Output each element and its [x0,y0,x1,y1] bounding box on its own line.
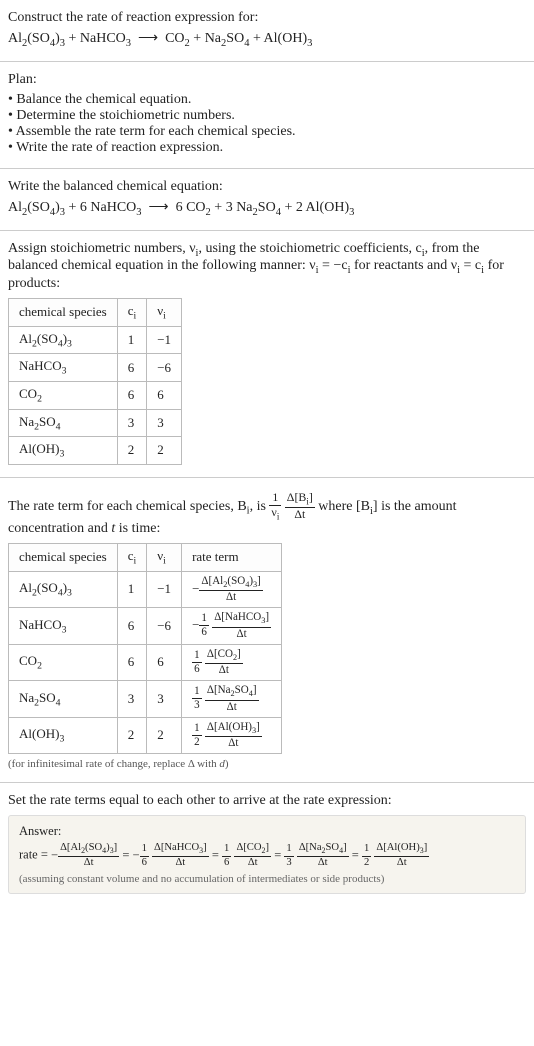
cell-ci: 6 [117,381,147,409]
stoich-section: Assign stoichiometric numbers, νi, using… [0,231,534,477]
plan-item: Assemble the rate term for each chemical… [8,124,526,140]
table-row: CO2 6 6 [9,381,182,409]
table-row: Na2SO4 3 3 [9,409,182,437]
plan-item: Write the rate of reaction expression. [8,140,526,156]
cell-species: Al2(SO4)3 [9,326,118,354]
table-header-row: chemical species ci νi [9,299,182,327]
table-row: NaHCO3 6 −6 −16 Δ[NaHCO3]Δt [9,608,282,645]
table-row: CO2 6 6 16 Δ[CO2]Δt [9,644,282,681]
rateterms-table: chemical species ci νi rate term Al2(SO4… [8,543,282,754]
cell-vi: −6 [147,354,182,382]
final-heading: Set the rate terms equal to each other t… [8,793,526,809]
table-row: Al(OH)3 2 2 [9,437,182,465]
answer-assumption: (assuming constant volume and no accumul… [19,873,515,885]
cell-species: NaHCO3 [9,354,118,382]
rate-expression: rate = −Δ[Al2(SO4)3]Δt = −16 Δ[NaHCO3]Δt… [19,843,515,869]
plan-section: Plan: Balance the chemical equation. Det… [0,62,534,168]
cell-ci: 2 [117,437,147,465]
rate-term-cell: 16 Δ[CO2]Δt [182,644,282,681]
cell-vi: 2 [147,437,182,465]
rate-term-cell: −Δ[Al2(SO4)3]Δt [182,571,282,608]
table-row: Na2SO4 3 3 13 Δ[Na2SO4]Δt [9,681,282,718]
col-rate: rate term [182,543,282,571]
table-row: NaHCO3 6 −6 [9,354,182,382]
final-section: Set the rate terms equal to each other t… [0,783,534,906]
table-row: Al(OH)3 2 2 12 Δ[Al(OH)3]Δt [9,717,282,754]
answer-box: Answer: rate = −Δ[Al2(SO4)3]Δt = −16 Δ[N… [8,815,526,894]
rateterms-note: (for infinitesimal rate of change, repla… [8,758,526,770]
cell-vi: 6 [147,381,182,409]
table-header-row: chemical species ci νi rate term [9,543,282,571]
col-ci: ci [117,543,147,571]
one-over-nu-fraction: 1νi [269,492,281,521]
cell-ci: 3 [117,409,147,437]
balanced-section: Write the balanced chemical equation: Al… [0,169,534,230]
balanced-equation: Al2(SO4)3 + 6 NaHCO3 ⟶ 6 CO2 + 3 Na2SO4 … [8,199,526,218]
cell-species: Al(OH)3 [9,437,118,465]
plan-item: Determine the stoichiometric numbers. [8,108,526,124]
plan-list: Balance the chemical equation. Determine… [8,92,526,156]
table-row: Al2(SO4)3 1 −1 −Δ[Al2(SO4)3]Δt [9,571,282,608]
col-ci: ci [117,299,147,327]
cell-vi: −1 [147,326,182,354]
prompt-section: Construct the rate of reaction expressio… [0,0,534,61]
plan-item: Balance the chemical equation. [8,92,526,108]
rate-term-cell: 12 Δ[Al(OH)3]Δt [182,717,282,754]
balanced-heading: Write the balanced chemical equation: [8,179,526,195]
cell-vi: 3 [147,409,182,437]
delta-bi-fraction: Δ[Bi]Δt [285,492,315,521]
table-row: Al2(SO4)3 1 −1 [9,326,182,354]
plan-heading: Plan: [8,72,526,88]
unbalanced-equation: Al2(SO4)3 + NaHCO3 ⟶ CO2 + Na2SO4 + Al(O… [8,30,526,49]
prompt-text: Construct the rate of reaction expressio… [8,10,526,26]
rateterms-section: The rate term for each chemical species,… [0,478,534,782]
cell-ci: 1 [117,326,147,354]
stoich-table: chemical species ci νi Al2(SO4)3 1 −1 Na… [8,298,182,465]
col-vi: νi [147,299,182,327]
col-vi: νi [147,543,182,571]
rate-term-cell: 13 Δ[Na2SO4]Δt [182,681,282,718]
cell-ci: 6 [117,354,147,382]
cell-species: CO2 [9,381,118,409]
stoich-intro: Assign stoichiometric numbers, νi, using… [8,241,526,293]
rate-term-cell: −16 Δ[NaHCO3]Δt [182,608,282,645]
answer-label: Answer: [19,824,515,839]
cell-species: Na2SO4 [9,409,118,437]
col-species: chemical species [9,299,118,327]
col-species: chemical species [9,543,118,571]
rateterms-intro: The rate term for each chemical species,… [8,492,526,537]
